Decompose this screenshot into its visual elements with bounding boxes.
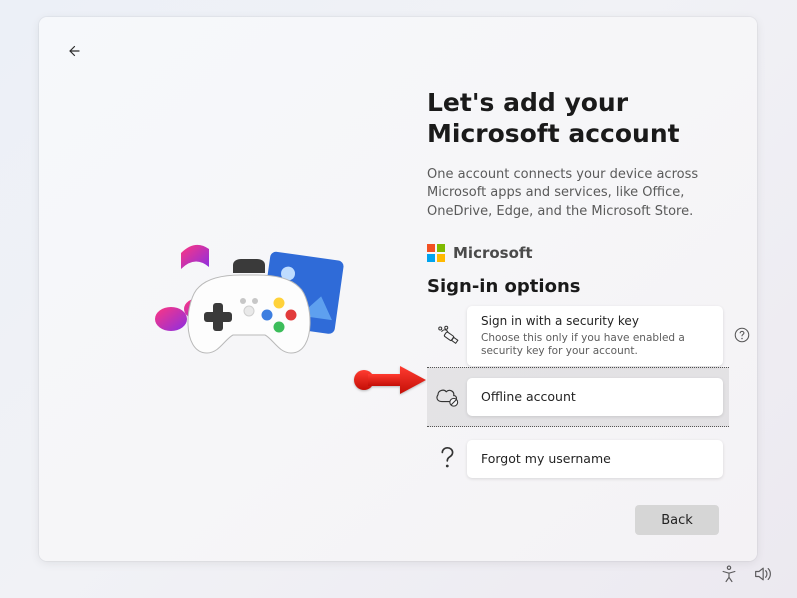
security-key-icon	[427, 321, 467, 351]
system-tray	[719, 564, 775, 588]
option-security-key-desc: Choose this only if you have enabled a s…	[481, 332, 709, 358]
help-button[interactable]	[733, 326, 751, 348]
signin-options-heading: Sign-in options	[427, 276, 729, 297]
question-icon	[427, 445, 467, 473]
option-offline-title: Offline account	[481, 389, 709, 405]
volume-icon	[753, 564, 775, 584]
back-arrow-button[interactable]	[61, 39, 85, 63]
oobe-dialog: Let's add your Microsoft account One acc…	[39, 17, 757, 561]
microsoft-brand: Microsoft	[427, 244, 729, 262]
microsoft-brand-label: Microsoft	[453, 244, 533, 262]
page-subtitle: One account connects your device across …	[427, 166, 729, 223]
option-forgot-title: Forgot my username	[481, 451, 709, 467]
page-title: Let's add your Microsoft account	[427, 87, 729, 150]
option-offline-account[interactable]: Offline account	[427, 367, 723, 427]
illustration	[129, 233, 359, 393]
help-circle-icon	[733, 326, 751, 344]
back-button-label: Back	[661, 513, 693, 528]
accessibility-icon	[719, 564, 739, 584]
cloud-offline-icon	[427, 384, 467, 410]
microsoft-logo-icon	[427, 244, 445, 262]
option-security-key-title: Sign in with a security key	[481, 314, 709, 330]
arrow-left-icon	[64, 42, 82, 60]
option-security-key[interactable]: Sign in with a security key Choose this …	[427, 305, 723, 367]
option-forgot-username[interactable]: Forgot my username	[427, 429, 723, 489]
volume-button[interactable]	[753, 564, 775, 588]
back-button[interactable]: Back	[635, 505, 719, 535]
accessibility-button[interactable]	[719, 564, 739, 588]
